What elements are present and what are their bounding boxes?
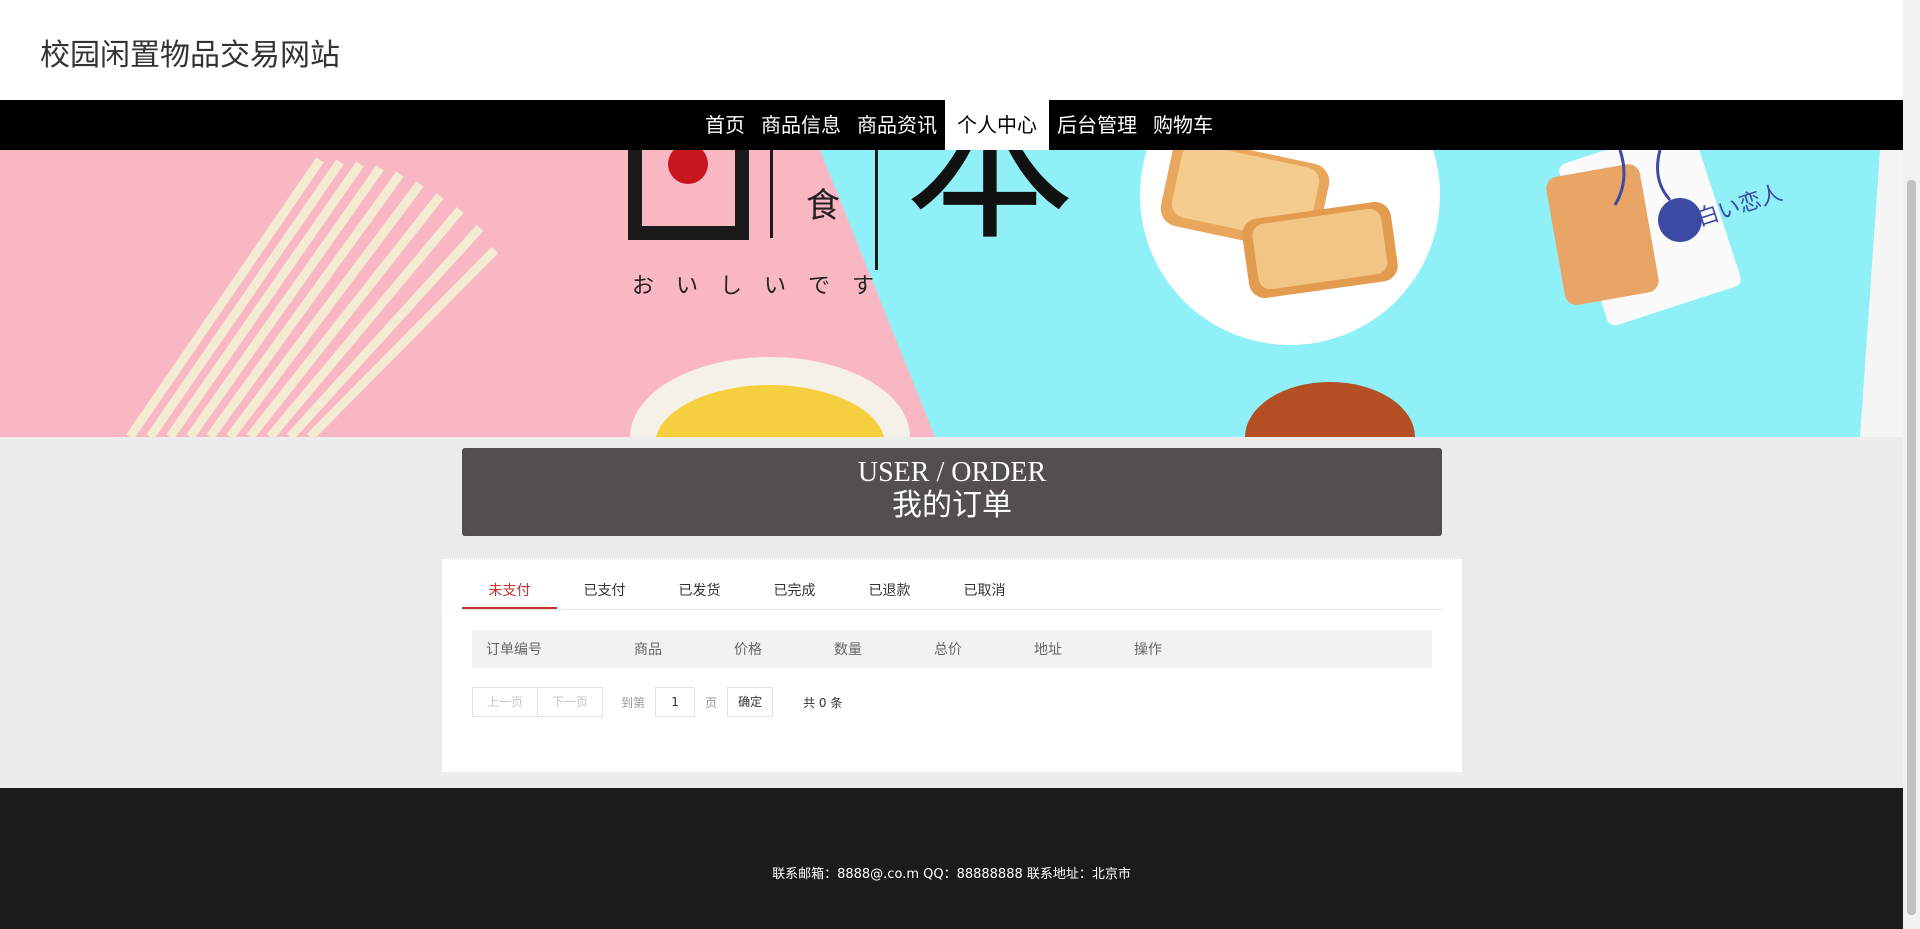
page: 校园闲置物品交易网站 首页 商品信息 商品资讯 个人中心 后台管理 购物车 本 … bbox=[0, 0, 1903, 929]
order-panel: 未支付 已支付 已发货 已完成 已退款 已取消 订单编号 商品 价格 数量 总价… bbox=[441, 558, 1463, 773]
nav-item-admin[interactable]: 后台管理 bbox=[1049, 100, 1145, 150]
col-product: 商品 bbox=[634, 642, 662, 658]
section-title-cn: 我的订单 bbox=[892, 488, 1012, 523]
site-footer: 联系邮箱：8888@.co.m QQ：88888888 联系地址：北京市 bbox=[0, 788, 1903, 929]
banner-kana: お い し い で す bbox=[632, 274, 875, 299]
tab-completed[interactable]: 已完成 bbox=[747, 574, 842, 609]
total-count: 共 0 条 bbox=[803, 695, 843, 710]
tab-cancelled[interactable]: 已取消 bbox=[937, 574, 1032, 609]
nav-item-profile[interactable]: 个人中心 bbox=[945, 100, 1049, 150]
confirm-page-button[interactable]: 确定 bbox=[727, 687, 774, 717]
tab-shipped[interactable]: 已发货 bbox=[652, 574, 747, 609]
col-price: 价格 bbox=[734, 642, 762, 658]
site-title: 校园闲置物品交易网站 bbox=[40, 38, 340, 73]
pagination: 上一页 下一页 到第 页 确定 共 0 条 bbox=[472, 687, 842, 717]
col-total: 总价 bbox=[934, 642, 962, 658]
nav-item-cart[interactable]: 购物车 bbox=[1145, 100, 1221, 150]
nav-item-products[interactable]: 商品信息 bbox=[753, 100, 849, 150]
tab-paid[interactable]: 已支付 bbox=[557, 574, 652, 609]
col-actions: 操作 bbox=[1134, 642, 1162, 658]
order-table-header: 订单编号 商品 价格 数量 总价 地址 操作 bbox=[472, 630, 1432, 668]
banner-image: 本 食 お い し い で す 白い恋人 bbox=[0, 150, 1903, 437]
section-title: USER / ORDER 我的订单 bbox=[462, 448, 1442, 536]
nav-item-home[interactable]: 首页 bbox=[697, 100, 753, 150]
col-order-id: 订单编号 bbox=[486, 642, 542, 658]
page-scrollbar[interactable] bbox=[1903, 0, 1920, 929]
col-quantity: 数量 bbox=[834, 642, 862, 658]
order-status-tabs: 未支付 已支付 已发货 已完成 已退款 已取消 bbox=[462, 574, 1442, 610]
site-header: 校园闲置物品交易网站 bbox=[0, 0, 1903, 100]
page-number-input[interactable] bbox=[655, 687, 696, 717]
banner-char-small: 食 bbox=[806, 186, 840, 226]
main-nav: 首页 商品信息 商品资讯 个人中心 后台管理 购物车 bbox=[0, 100, 1903, 150]
scrollbar-thumb[interactable] bbox=[1907, 180, 1916, 915]
nav-item-news[interactable]: 商品资讯 bbox=[849, 100, 945, 150]
next-page-button[interactable]: 下一页 bbox=[538, 687, 604, 717]
page-unit-label: 页 bbox=[705, 695, 718, 710]
goto-label: 到第 bbox=[621, 695, 646, 710]
tab-unpaid[interactable]: 未支付 bbox=[462, 574, 557, 609]
banner-char-main: 本 bbox=[905, 150, 1076, 264]
col-address: 地址 bbox=[1034, 642, 1062, 658]
prev-page-button[interactable]: 上一页 bbox=[472, 687, 539, 717]
section-title-en: USER / ORDER bbox=[857, 457, 1047, 488]
footer-contact: 联系邮箱：8888@.co.m QQ：88888888 联系地址：北京市 bbox=[772, 867, 1131, 882]
tab-refunded[interactable]: 已退款 bbox=[842, 574, 937, 609]
